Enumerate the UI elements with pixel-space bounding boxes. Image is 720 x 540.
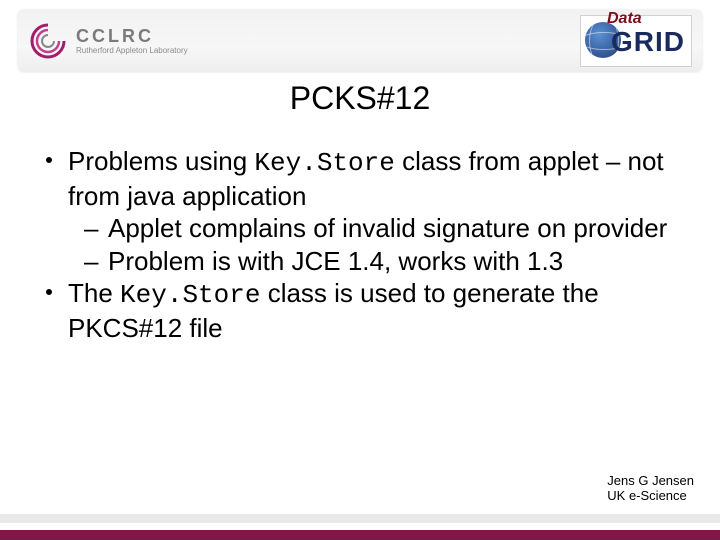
dash-icon: –: [84, 245, 98, 278]
bullet-1-text-pre: Problems using: [68, 146, 254, 176]
footer-bar: [0, 523, 720, 540]
bullet-dot-icon: [46, 157, 52, 163]
cclrc-swirl-icon: [28, 21, 68, 61]
header-bar: CCLRC Rutherford Appleton Laboratory Dat…: [18, 10, 702, 72]
bullet-1: Problems using Key.Store class from appl…: [40, 145, 680, 212]
logo-left: CCLRC Rutherford Appleton Laboratory: [28, 21, 188, 61]
slide-title: PCKS#12: [0, 80, 720, 117]
slide-content: Problems using Key.Store class from appl…: [40, 145, 680, 344]
cclrc-main-label: CCLRC: [76, 27, 188, 45]
bullet-1-sub-1-text: Applet complains of invalid signature on…: [108, 213, 667, 243]
footer-author-org: UK e-Science: [607, 488, 694, 504]
bullet-1-sub-2: – Problem is with JCE 1.4, works with 1.…: [40, 245, 680, 278]
cclrc-sub-label: Rutherford Appleton Laboratory: [76, 47, 188, 55]
slide: CCLRC Rutherford Appleton Laboratory Dat…: [0, 0, 720, 540]
bullet-2-code: Key.Store: [120, 280, 260, 310]
bullet-dot-icon: [46, 289, 52, 295]
bullet-1-sub-2-text: Problem is with JCE 1.4, works with 1.3: [108, 246, 563, 276]
footer-author-block: Jens G Jensen UK e-Science: [607, 473, 694, 504]
datagrid-logo: Data GRID: [580, 15, 692, 67]
cclrc-text-block: CCLRC Rutherford Appleton Laboratory: [76, 27, 188, 55]
bullet-2: The Key.Store class is used to generate …: [40, 277, 680, 344]
grid-text: GRID: [611, 26, 685, 58]
logo-right: Data GRID: [580, 16, 692, 66]
bullet-2-text-pre: The: [68, 278, 120, 308]
dash-icon: –: [84, 212, 98, 245]
footer-author-name: Jens G Jensen: [607, 473, 694, 489]
bullet-1-code: Key.Store: [254, 148, 394, 178]
bullet-1-sub-1: – Applet complains of invalid signature …: [40, 212, 680, 245]
